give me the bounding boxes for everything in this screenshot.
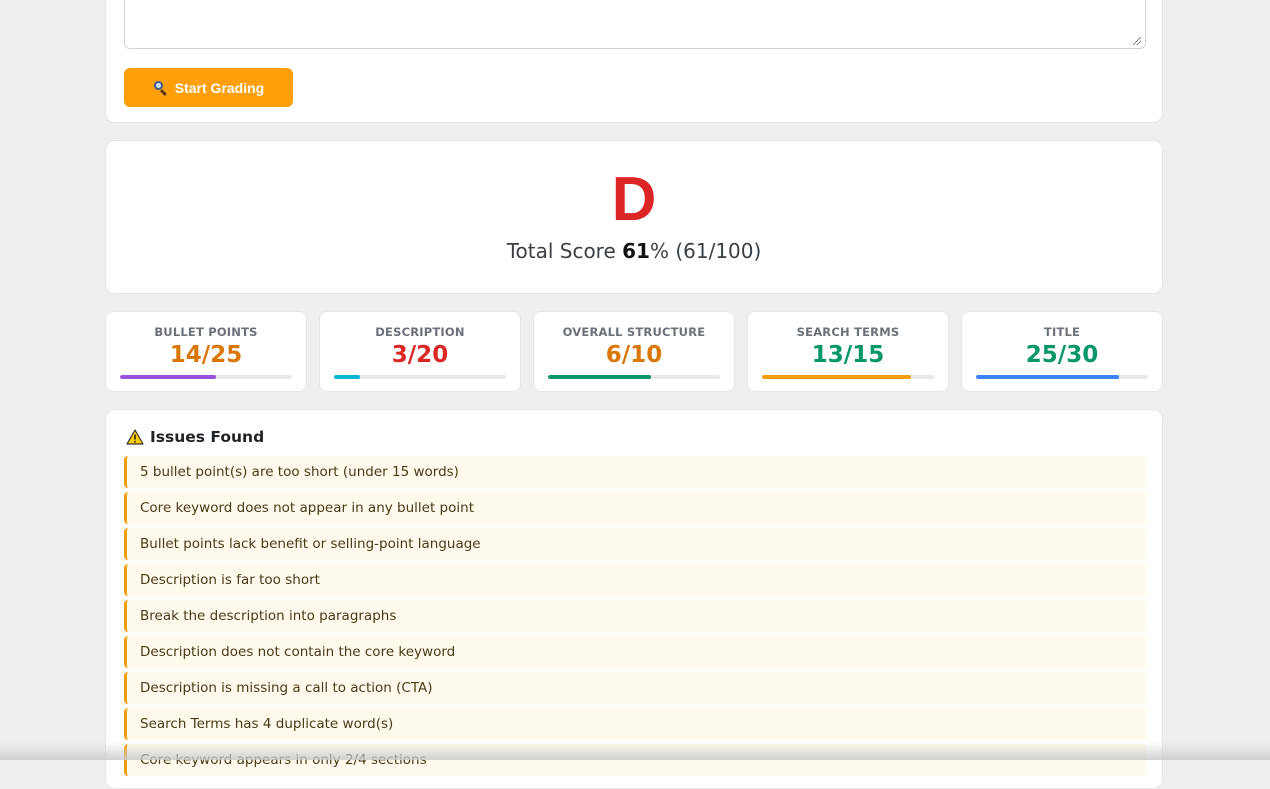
total-score-percent: 61 bbox=[622, 239, 650, 263]
metric-value: 3/20 bbox=[391, 342, 449, 368]
issue-item: 5 bullet point(s) are too short (under 1… bbox=[124, 456, 1146, 488]
metric-value: 25/30 bbox=[1025, 342, 1099, 368]
listing-textarea[interactable] bbox=[124, 0, 1146, 49]
metric-value: 6/10 bbox=[605, 342, 663, 368]
issues-card: Issues Found 5 bullet point(s) are too s… bbox=[105, 409, 1163, 789]
start-grading-button[interactable]: Start Grading bbox=[124, 68, 293, 107]
issue-item: Core keyword appears in only 2/4 section… bbox=[124, 744, 1146, 776]
issue-item: Break the description into paragraphs bbox=[124, 600, 1146, 632]
metric-progress-track bbox=[762, 375, 934, 379]
metric-progress-track bbox=[334, 375, 506, 379]
score-card: D Total Score 61% (61/100) bbox=[105, 140, 1163, 294]
metric-card: SEARCH TERMS 13/15 bbox=[747, 311, 949, 392]
issues-list: 5 bullet point(s) are too short (under 1… bbox=[124, 456, 1146, 780]
metric-progress-track bbox=[120, 375, 292, 379]
total-score-prefix: Total Score bbox=[506, 239, 623, 263]
metric-value: 14/25 bbox=[169, 342, 243, 368]
issue-item: Bullet points lack benefit or selling-po… bbox=[124, 528, 1146, 560]
issues-header: Issues Found bbox=[126, 428, 264, 446]
metric-value: 13/15 bbox=[811, 342, 885, 368]
magnifier-icon bbox=[153, 80, 169, 96]
metric-card: DESCRIPTION 3/20 bbox=[319, 311, 521, 392]
metric-progress-fill bbox=[120, 375, 217, 379]
total-score: Total Score 61% (61/100) bbox=[106, 239, 1162, 263]
start-grading-label: Start Grading bbox=[174, 79, 265, 96]
metric-label: BULLET POINTS bbox=[154, 325, 258, 339]
grade-letter: D bbox=[611, 165, 657, 234]
metric-card: TITLE 25/30 bbox=[961, 311, 1163, 392]
metric-progress-fill bbox=[976, 375, 1120, 379]
issue-item: Search Terms has 4 duplicate word(s) bbox=[124, 708, 1146, 740]
metric-progress-track bbox=[976, 375, 1148, 379]
metric-progress-fill bbox=[762, 375, 912, 379]
issue-item: Description is missing a call to action … bbox=[124, 672, 1146, 704]
metric-label: DESCRIPTION bbox=[375, 325, 465, 339]
grading-input-card: Start Grading bbox=[105, 0, 1163, 123]
metric-progress-fill bbox=[334, 375, 360, 379]
metric-label: SEARCH TERMS bbox=[796, 325, 900, 339]
metric-progress-fill bbox=[548, 375, 652, 379]
metric-card: OVERALL STRUCTURE 6/10 bbox=[533, 311, 735, 392]
metric-progress-track bbox=[548, 375, 720, 379]
issue-item: Core keyword does not appear in any bull… bbox=[124, 492, 1146, 524]
resize-handle[interactable] bbox=[1133, 37, 1141, 45]
metric-label: TITLE bbox=[1043, 325, 1081, 339]
metric-label: OVERALL STRUCTURE bbox=[562, 325, 706, 339]
issue-item: Description does not contain the core ke… bbox=[124, 636, 1146, 668]
metric-cards: BULLET POINTS 14/25 DESCRIPTION 3/20 OVERALL… bbox=[105, 311, 1165, 392]
issue-item: Description is far too short bbox=[124, 564, 1146, 596]
metric-card: BULLET POINTS 14/25 bbox=[105, 311, 307, 392]
issues-title: Issues Found bbox=[150, 428, 265, 446]
warning-icon bbox=[126, 429, 144, 445]
total-score-suffix: % (61/100) bbox=[649, 239, 762, 263]
